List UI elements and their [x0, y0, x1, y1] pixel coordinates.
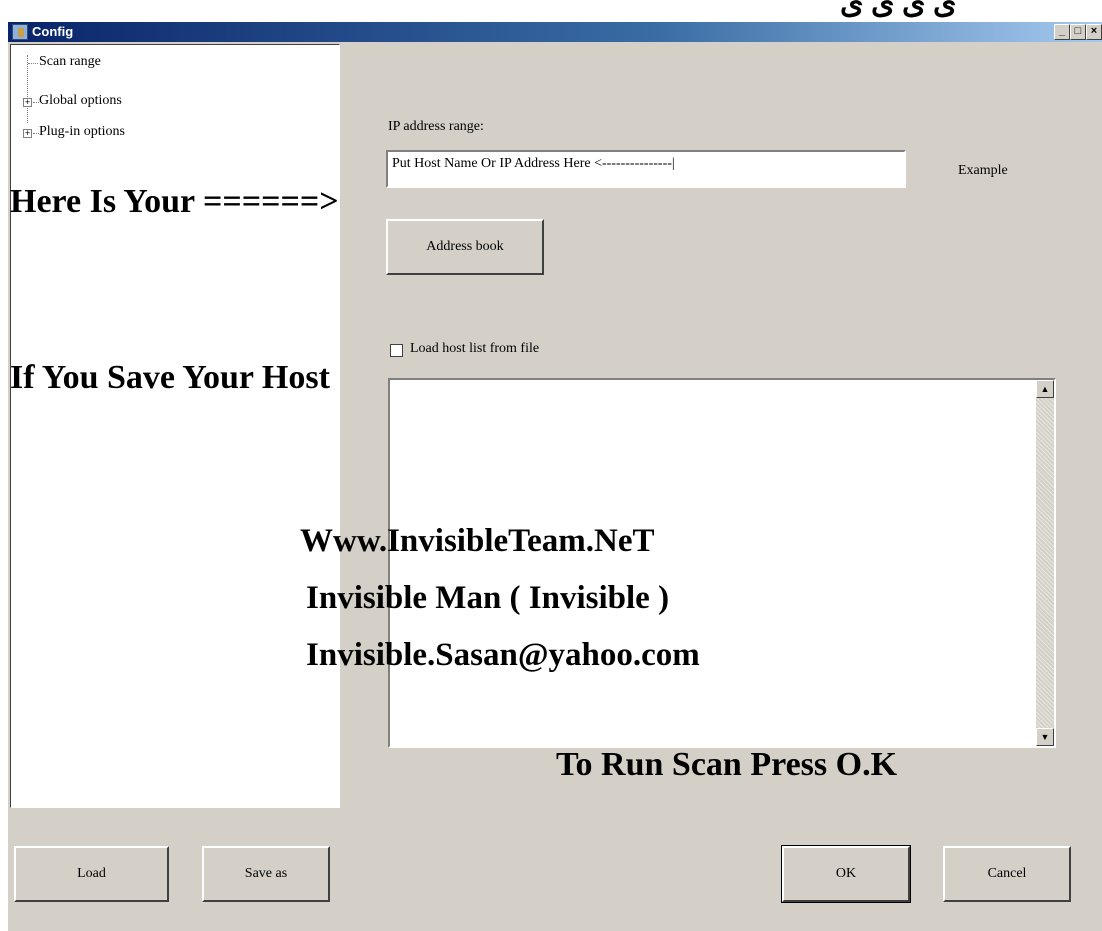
expand-icon[interactable]: + [23, 129, 32, 138]
tree-line [28, 63, 38, 64]
expand-icon[interactable]: + [23, 98, 32, 107]
host-list-scrollbar[interactable]: ▲ ▼ [1036, 380, 1054, 746]
load-button[interactable]: Load [14, 846, 169, 902]
scroll-up-icon[interactable]: ▲ [1036, 380, 1054, 398]
scroll-down-icon[interactable]: ▼ [1036, 728, 1054, 746]
maximize-button[interactable]: □ [1070, 24, 1086, 40]
overlay-author: Invisible Man ( Invisible ) [306, 580, 670, 616]
example-label: Example [958, 163, 1008, 178]
cancel-button[interactable]: Cancel [943, 846, 1071, 902]
overlay-email: Invisible.Sasan@yahoo.com [306, 637, 700, 673]
overlay-run-scan: To Run Scan Press O.K [556, 746, 898, 783]
overlay-here-is-your: Here Is Your ======> [10, 183, 339, 220]
tree-item-scan-range[interactable]: Scan range [39, 54, 101, 70]
host-list-box[interactable]: ▲ ▼ [388, 378, 1056, 748]
tree-item-plugin-options[interactable]: Plug-in options [39, 124, 125, 140]
ip-range-label: IP address range: [388, 119, 484, 134]
overlay-if-you-save: If You Save Your Host [10, 359, 330, 396]
window-title: Config [32, 24, 74, 39]
top-decoration: ی ی ی ی [840, 0, 957, 20]
title-bar[interactable]: Config _ □ × [8, 22, 1102, 42]
ok-button[interactable]: OK [781, 845, 911, 903]
tree-item-global-options[interactable]: Global options [39, 93, 122, 109]
close-button[interactable]: × [1086, 24, 1102, 40]
ip-range-input[interactable]: Put Host Name Or IP Address Here <------… [386, 150, 906, 188]
minimize-button[interactable]: _ [1054, 24, 1070, 40]
options-tree[interactable]: Scan range + Global options + Plug-in op… [10, 44, 340, 808]
load-host-list-label[interactable]: Load host list from file [410, 341, 562, 357]
tree-line [27, 55, 28, 123]
save-as-button[interactable]: Save as [202, 846, 330, 902]
app-icon [12, 24, 28, 40]
address-book-button[interactable]: Address book [386, 219, 544, 275]
load-host-list-checkbox[interactable] [390, 344, 403, 357]
overlay-site: Www.InvisibleTeam.NeT [300, 523, 655, 559]
